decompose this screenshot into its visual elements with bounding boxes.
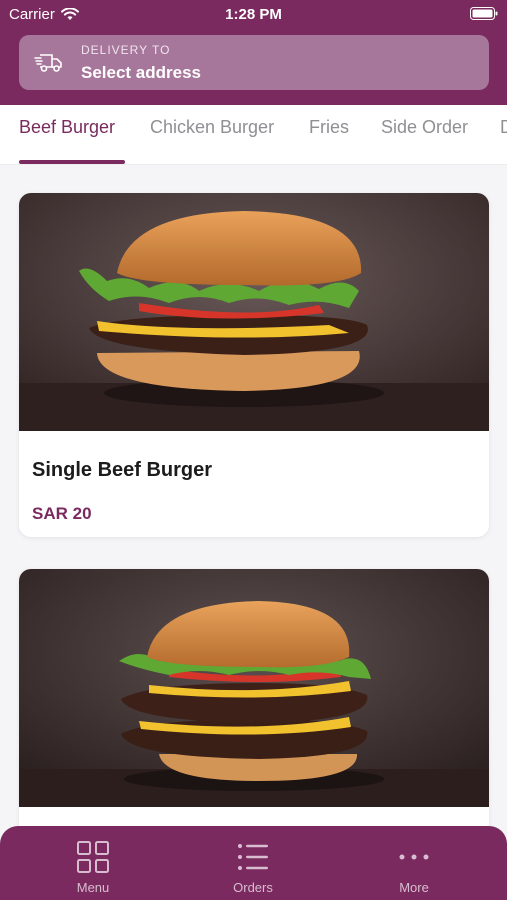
delivery-address-value: Select address — [81, 63, 202, 82]
more-icon — [399, 854, 429, 860]
product-price: SAR 20 — [32, 504, 92, 523]
product-name: Single Beef Burger — [32, 459, 213, 481]
tab-chicken-burger[interactable]: Chicken Burger — [150, 117, 274, 138]
nav-orders[interactable]: Orders — [193, 826, 313, 900]
product-card[interactable]: Single Beef Burger SAR 20 — [19, 193, 489, 537]
battery-icon — [470, 7, 498, 24]
delivery-address-selector[interactable]: DELIVERY TO Select address — [19, 35, 489, 90]
app-header: Carrier 1:28 PM DELIVERY TO Select addre… — [0, 0, 507, 105]
list-icon — [238, 844, 268, 870]
tab-beef-burger[interactable]: Beef Burger — [19, 117, 115, 138]
nav-menu[interactable]: Menu — [33, 826, 153, 900]
grid-icon — [77, 841, 109, 873]
tab-side-order[interactable]: Side Order — [381, 117, 468, 138]
delivery-caption: DELIVERY TO — [81, 43, 171, 57]
nav-orders-label: Orders — [233, 880, 273, 895]
active-tab-indicator — [19, 160, 125, 164]
status-bar: Carrier 1:28 PM — [0, 0, 507, 28]
tab-partial[interactable]: D — [500, 117, 507, 138]
tab-fries[interactable]: Fries — [309, 117, 349, 138]
product-card[interactable] — [19, 569, 489, 849]
nav-more[interactable]: More — [354, 826, 474, 900]
single-beef-burger-photo — [19, 193, 489, 431]
category-tabs: Beef Burger Chicken Burger Fries Side Or… — [0, 105, 507, 165]
nav-more-label: More — [399, 880, 429, 895]
bottom-navigation: Menu Orders More — [0, 826, 507, 900]
nav-menu-label: Menu — [76, 880, 110, 895]
double-beef-burger-photo — [19, 569, 489, 807]
status-time: 1:28 PM — [225, 6, 282, 23]
delivery-truck-icon — [34, 54, 62, 72]
